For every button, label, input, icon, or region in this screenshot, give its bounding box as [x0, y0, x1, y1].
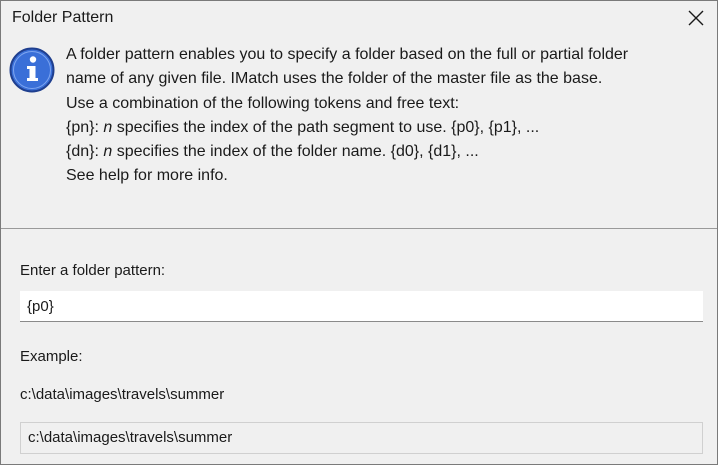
title-bar: Folder Pattern [1, 1, 717, 37]
example-label: Example: [20, 348, 83, 365]
info-line-6: See help for more info. [66, 167, 228, 185]
info-text: A folder pattern enables you to specify … [66, 43, 711, 189]
info-line-4: {pn}: n specifies the index of the path … [66, 116, 711, 140]
token-var: n [103, 118, 113, 136]
folder-pattern-dialog: Folder Pattern A folder pattern enables … [0, 0, 718, 465]
pattern-label: Enter a folder pattern: [20, 262, 166, 279]
info-line-2: name of any given file. IMatch uses the … [66, 70, 603, 88]
info-line-5: {dn}: n specifies the index of the folde… [66, 140, 711, 164]
dialog-title: Folder Pattern [12, 9, 114, 26]
close-icon [688, 10, 704, 26]
token-dn: {dn}: [66, 143, 104, 161]
token-var: n [103, 143, 113, 161]
example-result-field: c:\data\images\travels\summer [20, 422, 703, 454]
info-icon [9, 47, 55, 93]
info-line-3: Use a combination of the following token… [66, 94, 460, 112]
pattern-input[interactable] [20, 291, 703, 322]
info-line-1: A folder pattern enables you to specify … [66, 46, 629, 63]
token-pn: {pn}: [66, 118, 104, 136]
token-desc: specifies the index of the folder name. … [112, 143, 479, 161]
section-divider [1, 228, 717, 229]
close-button[interactable] [679, 3, 713, 33]
token-desc: specifies the index of the path segment … [112, 118, 540, 136]
example-path: c:\data\images\travels\summer [20, 386, 225, 403]
